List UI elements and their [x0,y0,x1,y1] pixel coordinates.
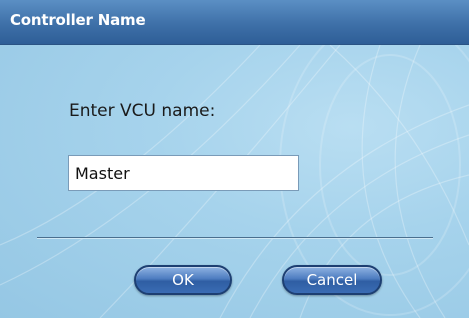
title-bar[interactable]: Controller Name [0,0,469,45]
dialog-body: Enter VCU name: OK Cancel [0,45,469,318]
controller-name-dialog: Controller Name Enter VCU name: OK [0,0,469,318]
cancel-button[interactable]: Cancel [282,265,382,295]
vcu-name-label: Enter VCU name: [69,101,216,121]
vcu-name-input[interactable] [68,155,299,191]
dialog-divider [37,237,433,239]
dialog-title: Controller Name [10,11,146,29]
ok-button[interactable]: OK [134,265,232,295]
